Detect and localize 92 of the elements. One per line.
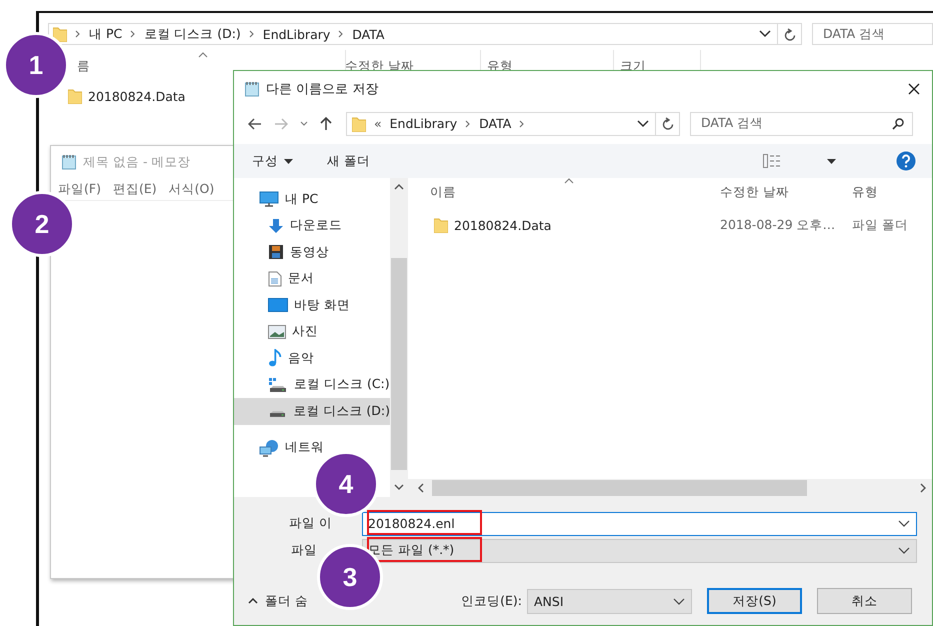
modified-date: 2018-08-29 오후… xyxy=(720,216,836,234)
address-bar[interactable]: 내 PC 로컬 디스크 (D:) EndLibrary DATA xyxy=(48,23,778,45)
menu-item[interactable]: 서식(O) xyxy=(168,180,214,198)
breadcrumb-item[interactable]: EndLibrary xyxy=(390,116,458,131)
refresh-icon xyxy=(662,117,674,130)
dropdown-icon[interactable] xyxy=(827,158,836,164)
nav-item[interactable]: 동영상 xyxy=(234,239,390,266)
breadcrumb-item[interactable]: 내 PC xyxy=(89,26,122,42)
caret-icon xyxy=(284,158,293,164)
nav-item[interactable]: 문서 xyxy=(234,266,390,292)
search-field[interactable]: DATA 검색 xyxy=(812,23,933,45)
monitor-icon xyxy=(268,298,288,312)
hide-folders-toggle[interactable]: 폴더 숨 xyxy=(248,592,308,610)
drive-icon xyxy=(270,410,286,417)
notepad-icon xyxy=(244,80,260,96)
document-icon xyxy=(268,270,282,287)
download-arrow-icon xyxy=(268,218,284,234)
chevron-icon xyxy=(75,30,81,38)
toolbar-button[interactable]: 구성 xyxy=(252,152,293,170)
breadcrumb-item[interactable]: 로컬 디스크 (D:) xyxy=(144,26,241,42)
nav-item[interactable]: 로컬 디스크 (C:) xyxy=(234,372,390,398)
nav-item[interactable]: 음악 xyxy=(234,345,390,372)
column-header[interactable]: 름 xyxy=(77,58,90,75)
scroll-up-icon[interactable] xyxy=(394,184,404,190)
field-label: 파일 xyxy=(290,542,318,559)
window-title: 제목 없음 - 메모장 xyxy=(83,154,190,170)
scroll-down-icon[interactable] xyxy=(394,484,404,490)
nav-item[interactable]: 다운로드 xyxy=(234,212,390,239)
field-label: 파일 이 xyxy=(288,515,333,532)
back-arrow-icon[interactable] xyxy=(248,118,262,130)
refresh-button[interactable] xyxy=(656,112,680,136)
file-name-field[interactable]: 20180824.enl xyxy=(362,512,917,536)
column-header[interactable]: 유형 xyxy=(852,184,878,201)
nav-item[interactable]: 바탕 화면 xyxy=(234,292,390,318)
notepad-icon xyxy=(61,154,77,170)
step-number-badge: 1 xyxy=(3,32,69,98)
sort-caret-icon xyxy=(564,178,574,184)
file-name[interactable]: 20180824.Data xyxy=(88,88,186,104)
dropdown-icon xyxy=(673,598,685,604)
column-header[interactable]: 이름 xyxy=(430,184,456,201)
dropdown-icon xyxy=(898,520,910,527)
close-icon[interactable] xyxy=(908,82,920,94)
encoding-dropdown[interactable]: ANSI xyxy=(527,588,692,614)
menu-item[interactable]: 편집(E) xyxy=(112,180,157,198)
cancel-button[interactable]: 취소 xyxy=(817,588,912,614)
folder-icon xyxy=(352,116,366,132)
music-note-icon xyxy=(268,349,282,368)
save-button[interactable]: 저장(S) xyxy=(707,588,802,614)
file-name[interactable]: 20180824.Data xyxy=(454,218,552,232)
chevron-down-icon[interactable] xyxy=(300,120,308,126)
chevron-icon xyxy=(519,120,526,128)
chevron-icon xyxy=(130,30,136,38)
encoding-label: 인코딩(E): xyxy=(461,592,522,610)
folder-icon xyxy=(68,88,82,104)
folder-icon xyxy=(434,217,448,233)
nav-item[interactable]: 내 PC xyxy=(234,186,390,212)
view-options-icon[interactable] xyxy=(763,154,781,168)
nav-item[interactable]: 사진 xyxy=(234,318,390,345)
scrollbar-thumb[interactable] xyxy=(432,480,807,496)
search-icon xyxy=(892,118,904,130)
folder-icon xyxy=(53,26,67,42)
drive-icon xyxy=(268,376,288,393)
network-icon xyxy=(259,438,279,457)
window-title: 다른 이름으로 저장 xyxy=(266,80,378,98)
column-header[interactable]: 수정한 날짜 xyxy=(720,184,789,201)
breadcrumb-item[interactable]: DATA xyxy=(479,116,512,131)
address-bar[interactable]: « EndLibrary DATA xyxy=(346,112,656,136)
search-field[interactable]: DATA 검색 xyxy=(690,112,913,136)
help-icon[interactable] xyxy=(896,151,916,171)
dropdown-icon[interactable] xyxy=(759,30,771,38)
refresh-icon xyxy=(784,28,796,40)
dropdown-icon xyxy=(898,547,910,554)
caret-icon xyxy=(248,598,258,604)
sort-caret-icon xyxy=(198,52,208,58)
chevron-icon xyxy=(248,30,255,38)
up-arrow-icon[interactable] xyxy=(320,116,332,130)
scroll-right-icon[interactable] xyxy=(920,483,926,493)
toolbar-button[interactable]: 새 폴더 xyxy=(327,152,370,170)
refresh-button[interactable] xyxy=(778,23,802,45)
dropdown-icon[interactable] xyxy=(637,120,649,128)
nav-item[interactable]: 로컬 디스크 (D:) xyxy=(234,398,390,424)
landscape-icon xyxy=(268,324,286,339)
chevron-icon xyxy=(465,120,472,128)
chevron-icon xyxy=(338,30,344,38)
scroll-left-icon[interactable] xyxy=(418,483,424,493)
breadcrumb-item[interactable]: EndLibrary xyxy=(262,26,330,42)
scrollbar-thumb[interactable] xyxy=(391,258,407,470)
computer-icon xyxy=(259,191,279,208)
breadcrumb-item[interactable]: DATA xyxy=(352,26,384,42)
film-icon xyxy=(268,244,284,260)
overflow-chevron[interactable]: « xyxy=(374,116,382,131)
file-type: 파일 폴더 xyxy=(852,216,908,234)
